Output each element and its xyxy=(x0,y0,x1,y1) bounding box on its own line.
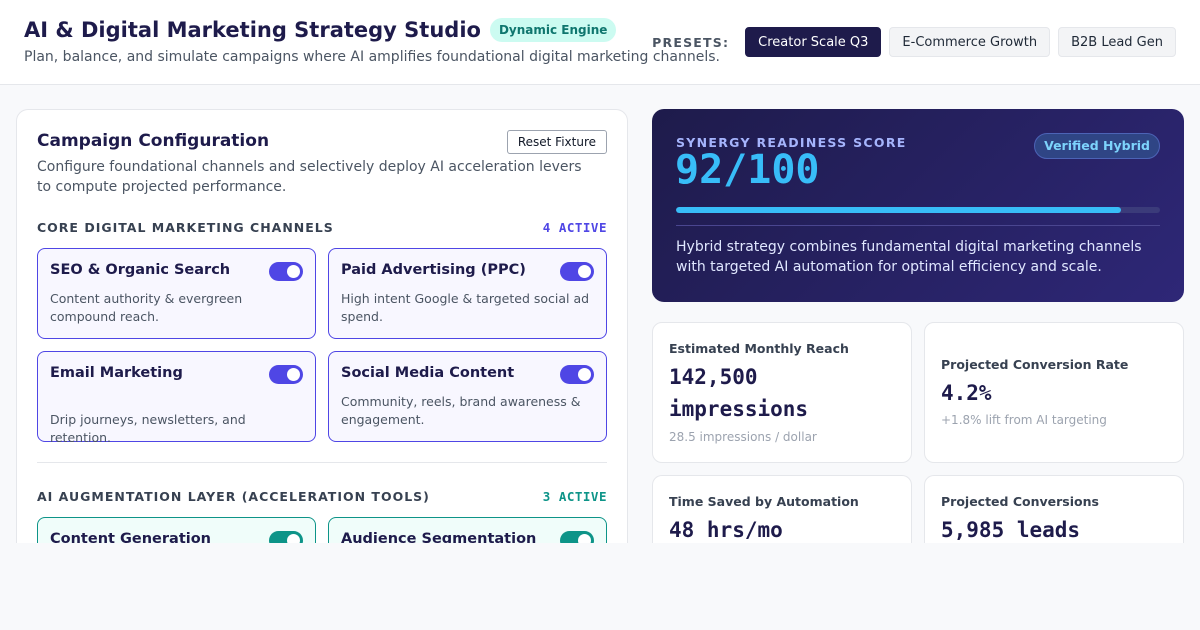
app-subtitle: Plan, balance, and simulate campaigns wh… xyxy=(24,49,720,65)
channel-card-email[interactable]: Email Marketing Drip journeys, newslette… xyxy=(37,351,316,445)
preset-creator-scale-button[interactable]: Creator Scale Q3 xyxy=(745,27,882,57)
ai-tool-title: Audience Segmentation xyxy=(341,531,537,543)
section-divider xyxy=(37,462,607,463)
ai-active-count: 3 ACTIVE xyxy=(542,489,607,504)
ai-tool-card-content-generation[interactable]: Content Generation xyxy=(37,517,316,543)
channel-card-seo[interactable]: SEO & Organic Search Content authority &… xyxy=(37,248,316,339)
ai-layer-label: AI AUGMENTATION LAYER (ACCELERATION TOOL… xyxy=(37,489,430,504)
ppc-toggle[interactable] xyxy=(560,262,594,281)
core-channels-header: CORE DIGITAL MARKETING CHANNELS 4 ACTIVE xyxy=(37,220,607,235)
core-active-count: 4 ACTIVE xyxy=(542,220,607,235)
core-channels-label: CORE DIGITAL MARKETING CHANNELS xyxy=(37,220,334,235)
metric-value: 4.2% xyxy=(941,381,992,405)
metric-card-conversions: Projected Conversions 5,985 leads xyxy=(924,475,1184,543)
metric-value: 142,500 impressions xyxy=(669,365,809,421)
ai-tool-title: Content Generation xyxy=(50,531,212,543)
metric-subtext: +1.8% lift from AI targeting xyxy=(941,413,1107,427)
toggle-knob xyxy=(578,368,591,381)
audience-segmentation-toggle[interactable] xyxy=(560,531,594,543)
metric-card-conversion-rate: Projected Conversion Rate 4.2% +1.8% lif… xyxy=(924,322,1184,463)
channel-title: Social Media Content xyxy=(341,365,515,381)
score-note: Hybrid strategy combines fundamental dig… xyxy=(676,239,1142,275)
channel-card-social[interactable]: Social Media Content Community, reels, b… xyxy=(328,351,607,442)
score-progress-bar xyxy=(676,207,1160,213)
presets-label: PRESETS: xyxy=(652,34,730,50)
metric-card-reach: Estimated Monthly Reach 142,500 impressi… xyxy=(652,322,912,463)
panel-title: Campaign Configuration xyxy=(37,131,270,151)
ai-tool-card-audience-segmentation[interactable]: Audience Segmentation xyxy=(328,517,607,543)
score-value: 92/100 xyxy=(675,147,820,193)
channel-title: Email Marketing xyxy=(50,365,183,381)
email-toggle[interactable] xyxy=(269,365,303,384)
toggle-knob xyxy=(287,265,300,278)
toggle-knob xyxy=(578,265,591,278)
channel-description: Community, reels, brand awareness & enga… xyxy=(341,394,581,427)
toggle-knob xyxy=(287,368,300,381)
toggle-knob xyxy=(578,534,591,543)
panel-description: Configure foundational channels and sele… xyxy=(37,159,582,195)
score-progress-fill xyxy=(676,207,1122,213)
channel-description: High intent Google & targeted social ad … xyxy=(341,291,590,324)
ai-layer-header: AI AUGMENTATION LAYER (ACCELERATION TOOL… xyxy=(37,489,607,504)
toggle-knob xyxy=(287,534,300,543)
seo-toggle[interactable] xyxy=(269,262,303,281)
content-generation-toggle[interactable] xyxy=(269,531,303,543)
title-row: AI & Digital Marketing Strategy Studio D… xyxy=(24,18,617,42)
score-divider xyxy=(676,225,1160,226)
campaign-configuration-panel: Campaign Configuration Reset Fixture Con… xyxy=(16,109,628,543)
metric-card-time-saved: Time Saved by Automation 48 hrs/mo xyxy=(652,475,912,543)
preset-ecommerce-growth-button[interactable]: E-Commerce Growth xyxy=(889,27,1051,57)
preset-bar: PRESETS: Creator Scale Q3 E-Commerce Gro… xyxy=(652,27,1176,57)
social-toggle[interactable] xyxy=(560,365,594,384)
metric-label: Time Saved by Automation xyxy=(669,494,859,509)
channel-card-ppc[interactable]: Paid Advertising (PPC) High intent Googl… xyxy=(328,248,607,339)
verified-hybrid-badge: Verified Hybrid xyxy=(1034,133,1160,159)
reset-fixture-button[interactable]: Reset Fixture xyxy=(506,130,607,154)
metric-subtext: 28.5 impressions / dollar xyxy=(669,430,817,444)
channel-description: Drip journeys, newsletters, and retentio… xyxy=(50,412,246,445)
app-title: AI & Digital Marketing Strategy Studio xyxy=(24,18,481,42)
preset-b2b-lead-gen-button[interactable]: B2B Lead Gen xyxy=(1058,27,1176,57)
app-header: AI & Digital Marketing Strategy Studio D… xyxy=(0,0,1200,85)
metric-value: 48 hrs/mo xyxy=(669,518,783,542)
metric-label: Estimated Monthly Reach xyxy=(669,341,849,356)
metric-label: Projected Conversion Rate xyxy=(941,357,1129,372)
channel-title: SEO & Organic Search xyxy=(50,262,231,278)
channel-description: Content authority & evergreen compound r… xyxy=(50,291,243,324)
channel-title: Paid Advertising (PPC) xyxy=(341,262,526,278)
metric-value: 5,985 leads xyxy=(941,518,1081,542)
synergy-score-card: SYNERGY READINESS SCORE 92/100 Verified … xyxy=(652,109,1184,302)
engine-status-badge: Dynamic Engine xyxy=(489,18,617,42)
metric-label: Projected Conversions xyxy=(941,494,1099,509)
